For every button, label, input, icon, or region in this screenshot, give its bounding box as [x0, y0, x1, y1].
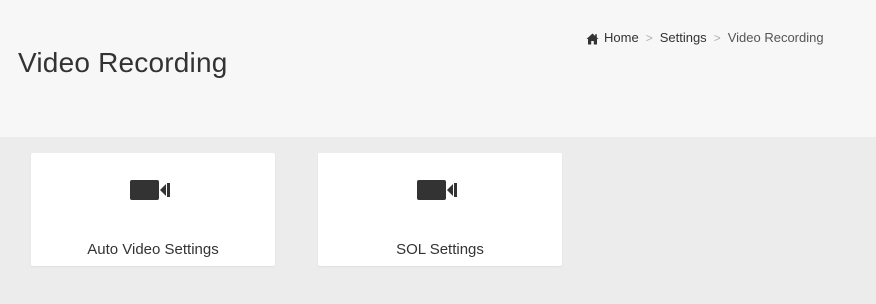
home-icon: [586, 33, 599, 45]
breadcrumb-settings[interactable]: Settings: [660, 30, 707, 45]
breadcrumb-home-label: Home: [604, 30, 639, 45]
video-camera-icon: [130, 180, 170, 200]
card-label: SOL Settings: [396, 241, 484, 258]
auto-video-settings-card[interactable]: Auto Video Settings: [31, 153, 275, 266]
video-camera-icon: [417, 180, 457, 200]
breadcrumb-separator: >: [645, 30, 653, 45]
breadcrumb-separator: >: [713, 30, 721, 45]
page-title: Video Recording: [18, 47, 228, 78]
breadcrumb-home[interactable]: Home: [586, 30, 639, 45]
page-header: Video Recording Home > Settings > Video …: [0, 0, 876, 137]
sol-settings-card[interactable]: SOL Settings: [318, 153, 562, 266]
breadcrumb: Home > Settings > Video Recording: [586, 30, 876, 45]
settings-content: Auto Video Settings SOL Settings: [0, 137, 876, 304]
card-label: Auto Video Settings: [87, 241, 219, 258]
breadcrumb-current: Video Recording: [727, 30, 824, 45]
